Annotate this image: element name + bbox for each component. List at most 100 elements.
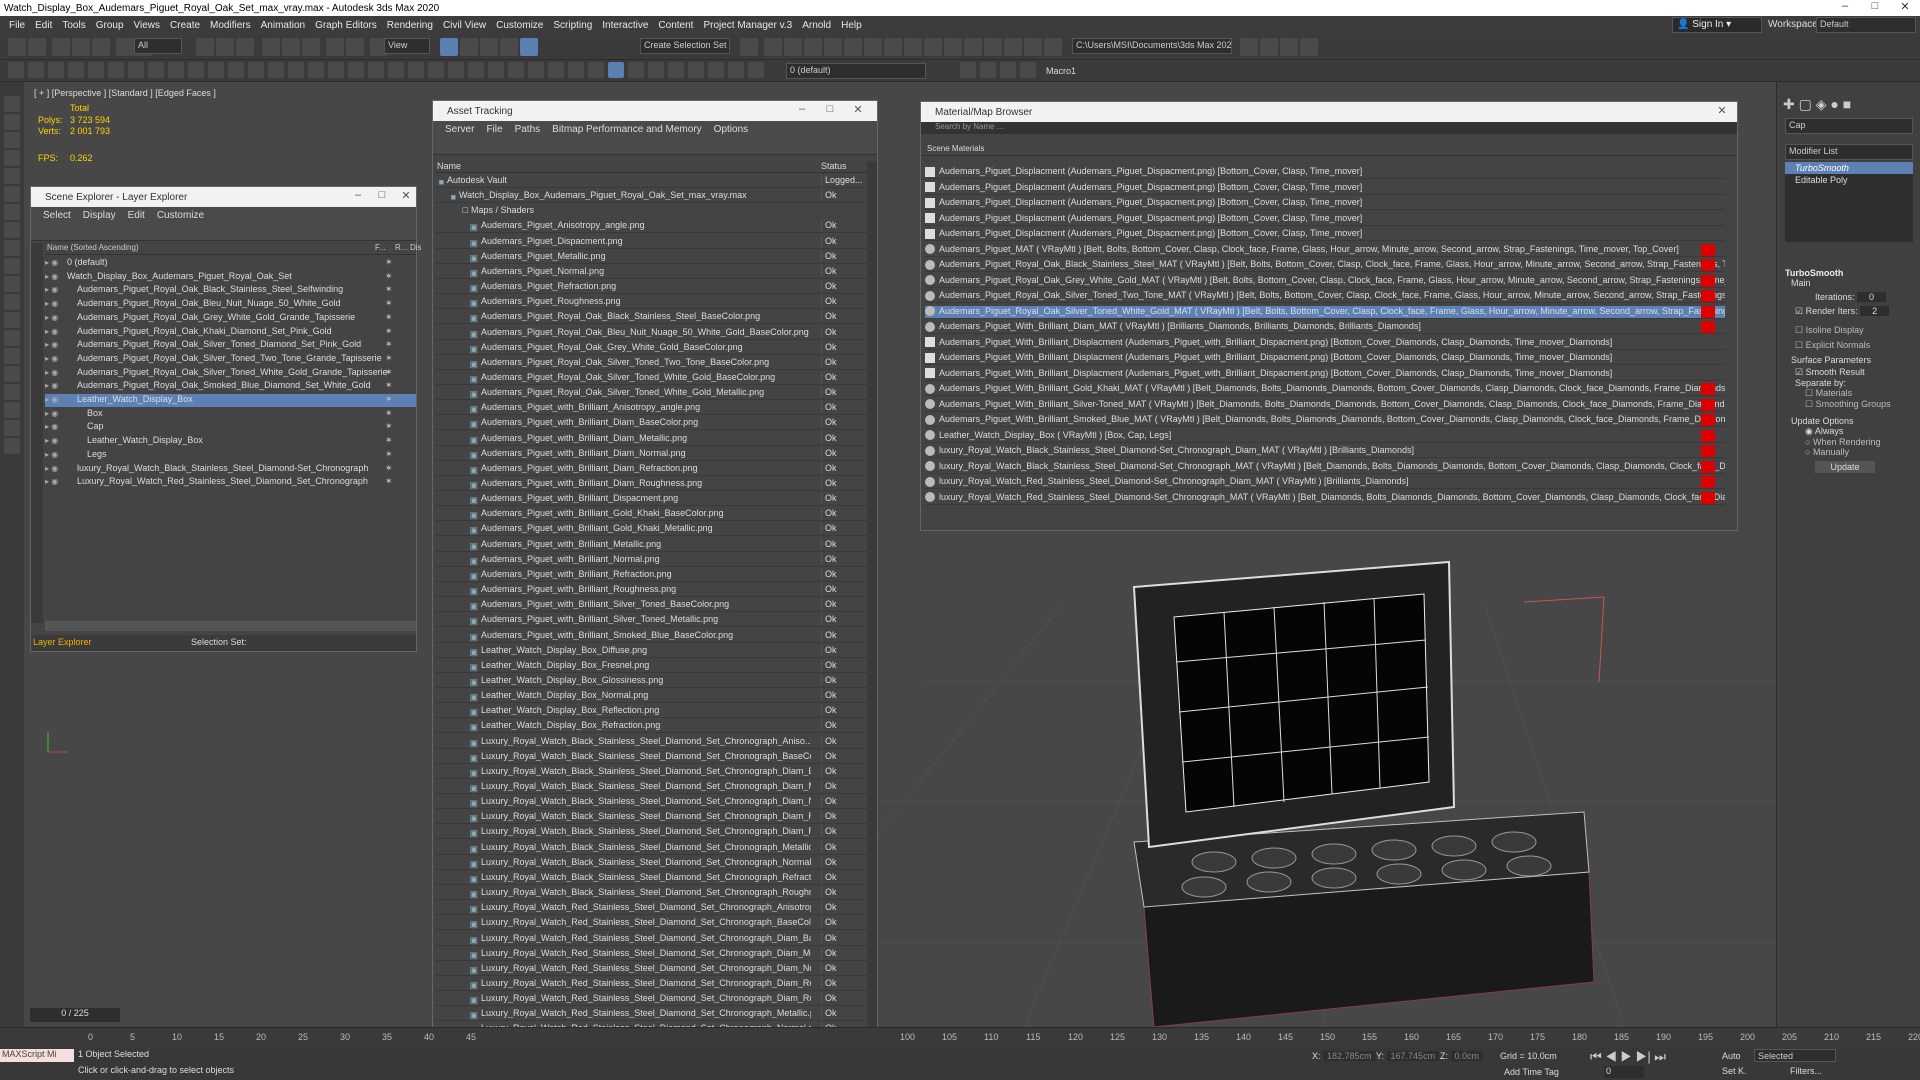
render-icon[interactable]: ✶ <box>385 284 393 295</box>
smoothing-groups-checkbox[interactable]: ☐ Smoothing Groups <box>1785 399 1913 410</box>
material-row[interactable]: Audemars_Piguet_With_Brilliant_Diam_MAT … <box>925 321 1725 334</box>
ribbon-tool-icon[interactable] <box>328 62 344 78</box>
eye-icon[interactable]: ▸ ◉ <box>45 381 77 390</box>
side-tool-icon[interactable] <box>4 384 20 400</box>
render-icon[interactable]: ✶ <box>385 271 393 282</box>
side-tool-icon[interactable] <box>4 186 20 202</box>
manually-radio[interactable]: ○ Manually <box>1785 447 1913 457</box>
eye-icon[interactable]: ▸ ◉ <box>45 313 77 322</box>
layer-row[interactable]: ▸ ◉ Audemars_Piguet_Royal_Oak_Grey_White_… <box>45 312 416 325</box>
named-selection-dropdown[interactable]: Create Selection Set <box>640 38 730 54</box>
asset-row[interactable]: ▣ Audemars_Piguet_Royal_Oak_Bleu_Nuit_Nua… <box>435 326 867 340</box>
stack-item-turbosmooth[interactable]: TurboSmooth <box>1785 162 1913 174</box>
render-icon[interactable]: ✶ <box>385 449 393 460</box>
ribbon-tool-icon[interactable] <box>608 62 624 78</box>
asset-row[interactable]: ▣ Audemars_Piguet_with_Brilliant_Smoked_B… <box>435 629 867 643</box>
render-icon[interactable]: ✶ <box>385 298 393 309</box>
render-icon[interactable]: ✶ <box>385 463 393 474</box>
rollout-title[interactable]: TurboSmooth <box>1785 268 1913 278</box>
eye-icon[interactable]: ▸ ◉ <box>45 327 77 336</box>
toolbar-tool-icon[interactable] <box>1044 38 1062 56</box>
material-row[interactable]: Audemars_Piguet_With_Brilliant_Displacme… <box>925 368 1725 381</box>
col-name-header[interactable]: Name (Sorted Ascending) <box>47 243 139 252</box>
menu-animation[interactable]: Animation <box>256 20 310 31</box>
asset-row[interactable]: ▣ Luxury_Royal_Watch_Black_Stainless_Stee… <box>435 887 867 901</box>
layer-row[interactable]: ▸ ◉ 0 (default) ✶ <box>45 257 416 270</box>
toolbar-tool-icon[interactable] <box>984 38 1002 56</box>
material-row[interactable]: Audemars_Piguet_Displacment (Audemars_Pi… <box>925 182 1725 195</box>
material-row[interactable]: Audemars_Piguet_With_Brilliant_Silver-To… <box>925 398 1725 412</box>
menu-group[interactable]: Group <box>91 20 129 31</box>
layer-explorer-label[interactable]: Layer Explorer <box>33 637 92 647</box>
asset-row[interactable]: ▣ Audemars_Piguet_with_Brilliant_Gold_Kha… <box>435 508 867 522</box>
toolbar-tool-icon[interactable] <box>346 38 364 56</box>
menu-graph-editors[interactable]: Graph Editors <box>310 20 382 31</box>
eye-icon[interactable]: ▸ ◉ <box>45 464 77 473</box>
coord-y-field[interactable]: 167.745cm <box>1386 1051 1440 1061</box>
toolbar-tool-icon[interactable] <box>460 38 478 56</box>
asset-row[interactable]: ▣ Audemars_Piguet_with_Brilliant_Silver_T… <box>435 599 867 613</box>
render-icon[interactable]: ✶ <box>385 408 393 419</box>
update-button[interactable]: Update <box>1815 461 1875 473</box>
side-tool-icon[interactable] <box>4 330 20 346</box>
layer-tool-icon[interactable] <box>980 62 996 78</box>
ribbon-tool-icon[interactable] <box>68 62 84 78</box>
layer-row[interactable]: ▸ ◉ Audemars_Piguet_Royal_Oak_Silver_Tone… <box>45 367 416 380</box>
eye-icon[interactable]: ▸ ◉ <box>45 272 67 281</box>
coord-z-field[interactable]: 0.0cm <box>1450 1051 1484 1061</box>
timeline[interactable]: 0 / 225 0 5 10 15 20 25 30 35 40 45 100 105 110 115 12… <box>0 1008 1920 1047</box>
eye-icon[interactable]: ▸ ◉ <box>45 285 77 294</box>
material-row[interactable]: luxury_Royal_Watch_Red_Stainless_Steel_D… <box>925 476 1725 489</box>
asset-row[interactable]: ▣ Audemars_Piguet_Metallic.png Ok <box>435 250 867 264</box>
layer-row[interactable]: ▸ ◉ Box ✶ <box>45 408 416 421</box>
material-row[interactable]: Audemars_Piguet_Displacment (Audemars_Pi… <box>925 197 1725 210</box>
side-tool-icon[interactable] <box>4 438 20 454</box>
eye-icon[interactable]: ▸ ◉ <box>45 340 77 349</box>
col-r-header[interactable]: R... <box>395 243 407 252</box>
coord-x-field[interactable]: 182.785cm <box>1323 1051 1376 1061</box>
ribbon-tool-icon[interactable] <box>668 62 684 78</box>
layer-row[interactable]: ▸ ◉ Leather_Watch_Display_Box ✶ <box>45 394 416 407</box>
eye-icon[interactable]: ▸ ◉ <box>45 436 87 445</box>
toolbar-tool-icon[interactable] <box>944 38 962 56</box>
menu-display[interactable]: Display <box>77 210 122 221</box>
asset-row[interactable]: ▣ Audemars_Piguet_with_Brilliant_Diam_Bas… <box>435 417 867 431</box>
asset-row[interactable]: ▣ Audemars_Piguet_with_Brilliant_Anisotro… <box>435 402 867 416</box>
render-icon[interactable]: ✶ <box>385 312 393 323</box>
toolbar-tool-icon[interactable] <box>1280 38 1298 56</box>
toolbar-tool-icon[interactable] <box>500 38 518 56</box>
ribbon-tool-icon[interactable] <box>48 62 64 78</box>
eye-icon[interactable]: ▸ ◉ <box>45 258 67 267</box>
side-tool-icon[interactable] <box>4 168 20 184</box>
side-tool-icon[interactable] <box>4 96 20 112</box>
scene-explorer-titlebar[interactable]: Scene Explorer - Layer Explorer – □ ✕ <box>31 187 416 207</box>
toolbar-tool-icon[interactable] <box>440 38 458 56</box>
menu-customize[interactable]: Customize <box>151 210 210 221</box>
maximize-icon[interactable]: □ <box>1860 0 1890 16</box>
eye-icon[interactable]: ▸ ◉ <box>45 450 87 459</box>
render-icon[interactable]: ✶ <box>385 380 393 391</box>
add-time-tag[interactable]: Add Time Tag <box>1504 1067 1559 1077</box>
material-row[interactable]: luxury_Royal_Watch_Black_Stainless_Steel… <box>925 460 1725 474</box>
toolbar-tool-icon[interactable] <box>28 38 46 56</box>
toolbar-tool-icon[interactable] <box>216 38 234 56</box>
menu-edit[interactable]: Edit <box>30 20 57 31</box>
menu-file[interactable]: File <box>480 124 508 135</box>
layer-row[interactable]: ▸ ◉ Audemars_Piguet_Royal_Oak_Black_Stain… <box>45 284 416 297</box>
material-row[interactable]: Audemars_Piguet_With_Brilliant_Displacme… <box>925 337 1725 350</box>
toolbar-tool-icon[interactable] <box>1004 38 1022 56</box>
menu-content[interactable]: Content <box>653 20 698 31</box>
toolbar-tool-icon[interactable] <box>236 38 254 56</box>
asset-row[interactable]: ▣ Audemars_Piguet_with_Brilliant_Refracti… <box>435 568 867 582</box>
material-row[interactable]: luxury_Royal_Watch_Black_Stainless_Steel… <box>925 445 1725 458</box>
asset-row[interactable]: ▣ Leather_Watch_Display_Box_Normal.png Ok <box>435 690 867 704</box>
explicit-normals-checkbox[interactable]: ☐ Explicit Normals <box>1785 340 1913 351</box>
ribbon-tool-icon[interactable] <box>108 62 124 78</box>
menu-edit[interactable]: Edit <box>122 210 151 221</box>
playback-controls[interactable]: ⏮ ◀ ▶ ▶| ⏭ <box>1590 1049 1666 1065</box>
side-tool-icon[interactable] <box>4 294 20 310</box>
toolbar-tool-icon[interactable] <box>964 38 982 56</box>
asset-row[interactable]: ▣ Luxury_Royal_Watch_Black_Stainless_Stee… <box>435 826 867 840</box>
iterations-spinner[interactable]: 0 <box>1857 292 1887 302</box>
asset-row[interactable]: ■ Autodesk Vault Logged... <box>435 175 867 188</box>
